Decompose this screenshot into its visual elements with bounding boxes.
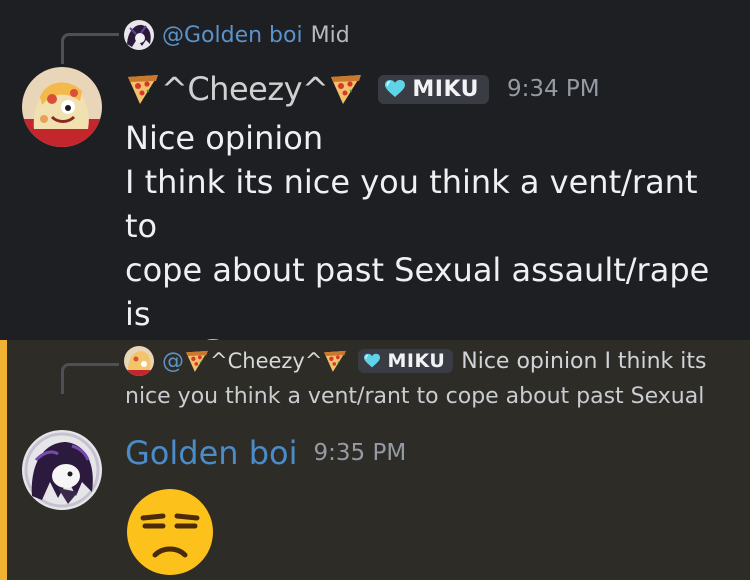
heart-gem-icon: [363, 353, 381, 369]
reply-preview[interactable]: @Golden boi Mid: [124, 20, 350, 50]
message-header: ^Cheezy^ MIKU 9:34 PM: [125, 70, 600, 108]
unamused-face-icon: [127, 489, 213, 575]
badge-label: MIKU: [412, 76, 479, 102]
reply-connector: [61, 33, 119, 64]
reply-avatar: [124, 20, 154, 50]
message-1: @Golden boi Mid ^Cheezy^ MIKU 9:34 PM Ni…: [0, 0, 750, 381]
reply-mention-name[interactable]: ^Cheezy^: [210, 349, 322, 373]
mention-highlight-bar: [0, 340, 7, 580]
heart-gem-icon: [384, 79, 406, 99]
message-line: Nice opinion: [125, 119, 324, 157]
message-line: cope about past Sexual assault/rape is: [125, 251, 710, 333]
timestamp[interactable]: 9:35 PM: [314, 440, 407, 466]
author-name[interactable]: Golden boi: [125, 434, 298, 472]
reply-text-continued: nice you think a vent/rant to cope about…: [125, 384, 705, 409]
message-2: @ ^Cheezy^ MIKU Nice opinion I think its…: [0, 340, 750, 580]
timestamp[interactable]: 9:34 PM: [507, 76, 600, 102]
message-line: I think its nice you think a vent/rant t…: [125, 163, 698, 245]
author-name[interactable]: ^Cheezy^: [161, 70, 329, 108]
reply-text: Nice opinion I think its: [461, 348, 707, 374]
reply-connector: [61, 363, 119, 394]
pizza-icon: [322, 348, 348, 374]
reply-mention[interactable]: @Golden boi: [162, 23, 303, 48]
reply-text: Mid: [310, 22, 350, 48]
badge-label: MIKU: [387, 350, 446, 372]
miku-badge[interactable]: MIKU: [378, 74, 489, 104]
avatar[interactable]: [22, 430, 102, 510]
pizza-icon: [328, 71, 364, 107]
reply-preview[interactable]: @ ^Cheezy^ MIKU Nice opinion I think its: [124, 346, 707, 376]
pizza-icon: [125, 71, 161, 107]
avatar[interactable]: [22, 67, 102, 147]
message-header: Golden boi 9:35 PM: [125, 434, 406, 472]
reply-avatar: [124, 346, 154, 376]
pizza-icon: [184, 348, 210, 374]
reply-mention-prefix[interactable]: @: [162, 349, 184, 374]
miku-badge[interactable]: MIKU: [358, 349, 454, 373]
